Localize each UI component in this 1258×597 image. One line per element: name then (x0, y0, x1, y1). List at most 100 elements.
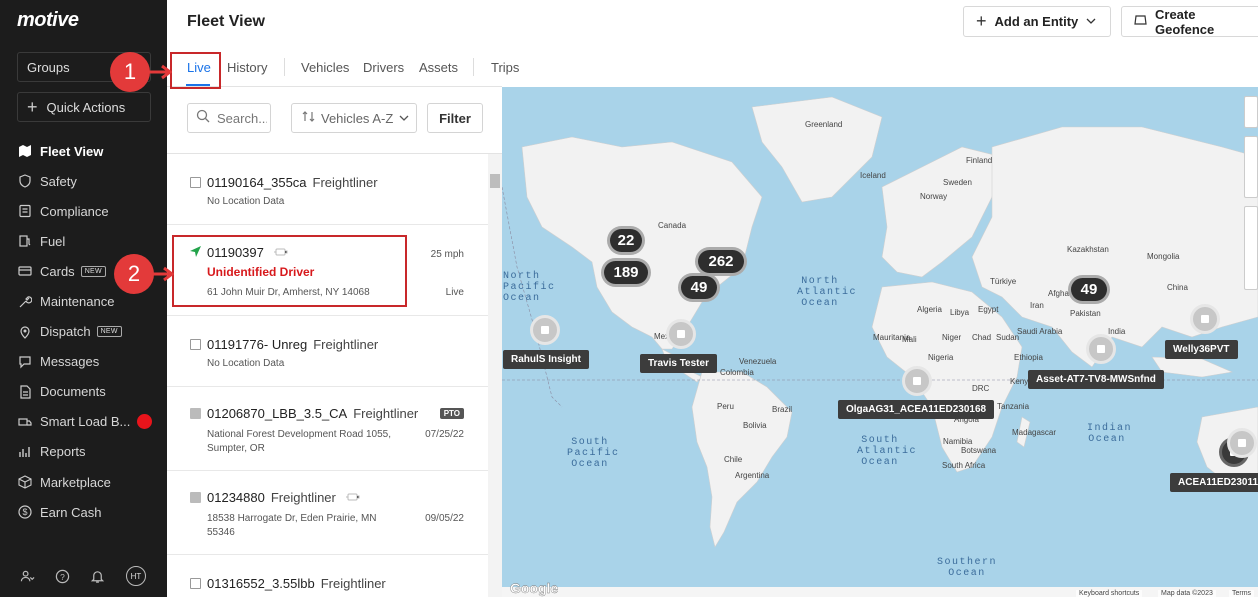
truck-icon (18, 415, 32, 429)
sidebar-item-marketplace[interactable]: Marketplace (0, 467, 167, 497)
map-tools[interactable] (1244, 206, 1258, 290)
vehicle-title: 01206870_LBB_3.5_CA Freightliner (207, 406, 418, 421)
help-icon[interactable]: ? (54, 568, 70, 584)
asset-pin[interactable] (1086, 334, 1116, 364)
vehicle-make: Freightliner (320, 576, 386, 591)
list-item[interactable]: 01190164_355ca Freightliner No Location D… (167, 154, 488, 225)
asset-pin[interactable] (666, 319, 696, 349)
status-text: Live (445, 287, 464, 298)
zoom-controls[interactable] (1244, 136, 1258, 198)
list-item[interactable]: 01206870_LBB_3.5_CA Freightliner PTO Nati… (167, 387, 488, 471)
location-icon (18, 325, 32, 339)
asset-tag[interactable]: ACEA11ED23011 (1170, 473, 1258, 492)
fleet-map[interactable]: Greenland Finland Iceland Sweden Norway … (502, 87, 1258, 597)
ocean-label-text: Indian Ocean (1087, 423, 1133, 445)
page-title: Fleet View (187, 13, 265, 30)
dollar-icon: $ (18, 505, 32, 519)
ocean-label-text: Southern Ocean (937, 557, 998, 579)
sidebar-item-dispatch[interactable]: Dispatch NEW (0, 317, 167, 347)
map-place-label: Egypt (978, 305, 999, 314)
row-checkbox[interactable] (190, 339, 201, 350)
map-place-label: Algeria (917, 305, 942, 314)
sidebar-item-messages[interactable]: Messages (0, 347, 167, 377)
sidebar-item-compliance[interactable]: Compliance (0, 196, 167, 226)
sidebar-item-label: Safety (40, 173, 77, 189)
search-input[interactable] (217, 110, 267, 126)
sort-dropdown[interactable]: Vehicles A-Z (291, 103, 417, 133)
row-checkbox[interactable] (190, 177, 201, 188)
list-item[interactable]: 01234880 Freightliner 18538 Harrogate Dr,… (167, 471, 488, 555)
sidebar-item-label: Compliance (40, 203, 109, 219)
keyboard-shortcuts-link[interactable]: Keyboard shortcuts (1076, 590, 1143, 597)
vehicle-cluster[interactable]: 262 (695, 247, 747, 276)
chevron-down-icon (399, 111, 409, 126)
sort-icon (302, 110, 315, 126)
asset-pin[interactable] (1227, 428, 1257, 458)
asset-pin[interactable] (530, 315, 560, 345)
map-place-label: Türkiye (990, 277, 1017, 286)
sidebar-item-safety[interactable]: Safety (0, 166, 167, 196)
asset-tag[interactable]: OlgaAG31_ACEA11ED230168 (838, 400, 995, 419)
tab-trips[interactable]: Trips (491, 60, 519, 75)
motive-logo[interactable]: motive (17, 9, 79, 32)
tab-history[interactable]: History (227, 60, 267, 75)
list-item[interactable]: 01191776- Unreg Freightliner No Location … (167, 316, 488, 387)
asset-tag[interactable]: Travis Tester (640, 354, 717, 373)
date-text: 09/05/22 (425, 513, 464, 524)
sidebar-item-label: Maintenance (40, 294, 115, 310)
map-place-label: Finland (966, 156, 993, 165)
sidebar-item-fleet-view[interactable]: Fleet View (0, 136, 167, 166)
map-place-label: Botswana (961, 446, 997, 455)
bell-icon[interactable] (89, 568, 105, 584)
vehicle-cluster[interactable]: 49 (1068, 275, 1110, 304)
list-scrollbar[interactable] (488, 154, 502, 597)
quick-actions-button[interactable]: + Quick Actions (17, 92, 151, 122)
sidebar-item-reports[interactable]: Reports (0, 437, 167, 467)
new-badge: NEW (96, 326, 122, 338)
map-place-label: Peru (717, 402, 734, 411)
tab-assets[interactable]: Assets (419, 60, 458, 75)
ocean-label-text: South Pacific Ocean (567, 437, 620, 470)
vehicle-cluster[interactable]: 22 (607, 226, 645, 255)
row-checkbox[interactable] (190, 492, 201, 503)
fuel-icon (18, 234, 32, 248)
create-geofence-button[interactable]: Create Geofence (1121, 6, 1258, 37)
map-place-label: Canada (658, 221, 687, 230)
row-checkbox[interactable] (190, 578, 201, 589)
vehicle-make: Freightliner (312, 175, 378, 190)
geofence-icon (1134, 14, 1147, 29)
asset-tag[interactable]: Welly36PVT (1165, 340, 1238, 359)
asset-tag[interactable]: RahulS Insight (503, 350, 589, 369)
row-checkbox[interactable] (190, 408, 201, 419)
sidebar-item-smart-load-b[interactable]: Smart Load B... (0, 407, 167, 437)
tab-vehicles[interactable]: Vehicles (301, 60, 349, 75)
date-text: 07/25/22 (425, 429, 464, 440)
add-entity-button[interactable]: + Add an Entity (963, 6, 1111, 37)
tab-divider (284, 58, 285, 76)
search-box[interactable] (187, 103, 271, 133)
vehicle-cluster[interactable]: 189 (601, 258, 651, 287)
sidebar-item-fuel[interactable]: Fuel (0, 226, 167, 256)
sidebar-item-earn-cash[interactable]: $ Earn Cash (0, 497, 167, 527)
add-entity-label: Add an Entity (994, 14, 1079, 29)
tab-drivers[interactable]: Drivers (363, 60, 404, 75)
sidebar-item-label: Earn Cash (40, 504, 102, 520)
asset-pin[interactable] (902, 366, 932, 396)
list-item[interactable]: 01316552_3.55lbb Freightliner (167, 555, 488, 597)
asset-pin[interactable] (1190, 304, 1220, 334)
sidebar-item-documents[interactable]: Documents (0, 377, 167, 407)
terms-link[interactable]: Terms (1229, 590, 1255, 597)
scrollbar-thumb[interactable] (490, 174, 500, 188)
vehicle-title: 01234880 Freightliner (207, 490, 360, 505)
map-place-label: Nigeria (928, 353, 954, 362)
users-icon[interactable] (19, 568, 35, 584)
filter-button[interactable]: Filter (427, 103, 483, 133)
sidebar-item-label: Documents (40, 384, 106, 400)
annotation-arrow (152, 266, 174, 282)
asset-tag[interactable]: Asset-AT7-TV8-MWSnfnd (1028, 370, 1164, 389)
map-place-label: South Africa (942, 461, 986, 470)
vehicle-cluster[interactable]: 49 (678, 273, 720, 302)
new-badge: NEW (80, 265, 106, 277)
layers-button[interactable] (1244, 96, 1258, 128)
user-avatar[interactable]: HT (126, 566, 146, 586)
